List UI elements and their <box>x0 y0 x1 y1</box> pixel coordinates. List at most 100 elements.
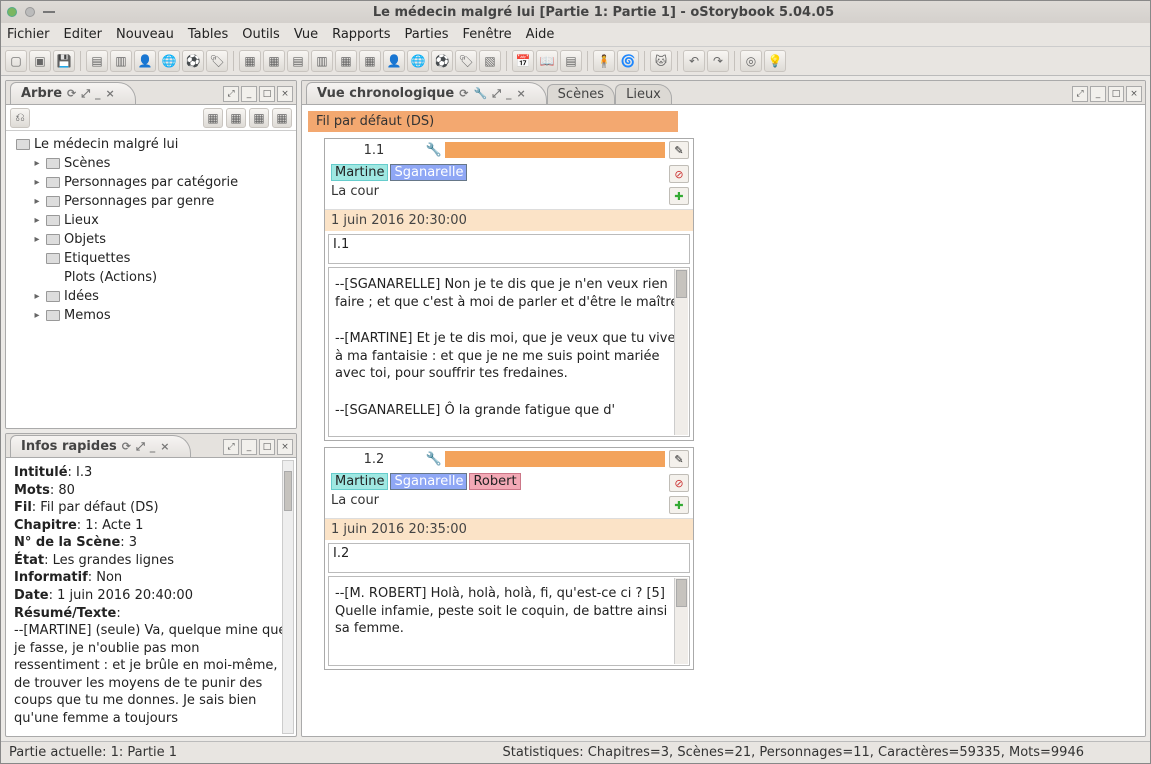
scrollbar-thumb[interactable] <box>284 471 292 511</box>
char-chip[interactable]: Sganarelle <box>390 164 467 181</box>
tab-scenes[interactable]: Scènes <box>547 84 615 104</box>
close-icon[interactable]: × <box>160 440 169 453</box>
menu-rapports[interactable]: Rapports <box>332 27 390 42</box>
tb-man-icon[interactable]: 🧍 <box>593 50 615 72</box>
tb-bulb-icon[interactable]: 💡 <box>764 50 786 72</box>
add-icon[interactable]: ✚ <box>669 496 689 514</box>
tb-grid-icon[interactable]: ▦ <box>239 50 261 72</box>
scrollbar-thumb[interactable] <box>676 270 687 298</box>
tree-item[interactable]: Etiquettes <box>64 251 130 266</box>
panel-close-icon[interactable]: × <box>277 86 293 102</box>
menu-tables[interactable]: Tables <box>188 27 228 42</box>
tree-item[interactable]: Plots (Actions) <box>64 270 157 285</box>
expand-icon[interactable]: ▸ <box>32 292 42 302</box>
tree-v1-icon[interactable]: ▦ <box>203 108 223 128</box>
scrollbar[interactable] <box>282 460 294 734</box>
menu-vue[interactable]: Vue <box>294 27 318 42</box>
scrollbar[interactable] <box>674 269 688 435</box>
panel-min-icon[interactable]: _ <box>241 86 257 102</box>
tb-cat-icon[interactable]: 🐱 <box>650 50 672 72</box>
tb-tag2-icon[interactable]: 🏷 <box>455 50 477 72</box>
char-chip[interactable]: Sganarelle <box>390 473 467 490</box>
panel-min-icon[interactable]: _ <box>1090 86 1106 102</box>
scrollbar[interactable] <box>674 578 688 664</box>
tree-v3-icon[interactable]: ▦ <box>249 108 269 128</box>
tb-person2-icon[interactable]: 👤 <box>383 50 405 72</box>
expand-icon[interactable]: ▸ <box>32 159 42 169</box>
close-icon[interactable]: × <box>106 87 115 100</box>
menu-nouveau[interactable]: Nouveau <box>116 27 174 42</box>
tb-new-icon[interactable]: ▢ <box>5 50 27 72</box>
chrono-body[interactable]: Fil par défaut (DS) 1.1 🔧 ✎ <box>302 105 1145 736</box>
tb-stack-icon[interactable]: ▤ <box>560 50 582 72</box>
tree-item[interactable]: Objets <box>64 232 106 247</box>
menu-aide[interactable]: Aide <box>526 27 555 42</box>
tree-tab[interactable]: Arbre ⟳ ⤢ _ × <box>10 82 136 104</box>
min-icon[interactable]: _ <box>150 440 156 453</box>
expand-icon[interactable]: ▸ <box>32 235 42 245</box>
tb-book-icon[interactable]: 📖 <box>536 50 558 72</box>
min-icon[interactable]: _ <box>95 87 101 100</box>
min-icon[interactable]: _ <box>506 87 512 100</box>
menu-fenetre[interactable]: Fenêtre <box>463 27 512 42</box>
char-chip[interactable]: Martine <box>331 164 388 181</box>
panel-max-icon[interactable]: □ <box>259 439 275 455</box>
scene-summary[interactable]: I.2 <box>328 543 690 573</box>
tb-ball2-icon[interactable]: ⚽ <box>431 50 453 72</box>
tb-extra-icon[interactable]: ▧ <box>479 50 501 72</box>
wrench-icon[interactable]: 🔧 <box>423 143 445 158</box>
window-close-icon[interactable] <box>7 7 17 17</box>
tree-v4-icon[interactable]: ▦ <box>272 108 292 128</box>
window-dash-icon[interactable] <box>43 11 55 13</box>
tb-a-icon[interactable]: ▥ <box>311 50 333 72</box>
tab-lieux[interactable]: Lieux <box>615 84 672 104</box>
close-icon[interactable]: × <box>516 87 525 100</box>
scene-text[interactable]: --[M. ROBERT] Holà, holà, holà, fi, qu'e… <box>328 576 690 666</box>
expand-icon[interactable]: ▸ <box>32 311 42 321</box>
delete-icon[interactable]: ⊘ <box>669 474 689 492</box>
tree-item[interactable]: Personnages par catégorie <box>64 175 238 190</box>
edit-icon[interactable]: ✎ <box>669 141 689 159</box>
pin-icon[interactable]: ⤢ <box>81 87 90 101</box>
tree-view[interactable]: Le médecin malgré lui ▸Scènes ▸Personnag… <box>6 131 296 428</box>
panel-min-icon[interactable]: _ <box>241 439 257 455</box>
tb-world2-icon[interactable]: 🌐 <box>407 50 429 72</box>
panel-pin-icon[interactable]: ⤢ <box>223 439 239 455</box>
tb-undo-icon[interactable]: ↶ <box>683 50 705 72</box>
char-chip[interactable]: Robert <box>469 473 520 490</box>
menu-editer[interactable]: Editer <box>64 27 103 42</box>
tree-v2-icon[interactable]: ▦ <box>226 108 246 128</box>
popout-icon[interactable]: ⤢ <box>492 87 501 101</box>
tb-grid2-icon[interactable]: ▦ <box>263 50 285 72</box>
wrench-icon[interactable]: 🔧 <box>473 87 487 100</box>
menu-fichier[interactable]: Fichier <box>7 27 50 42</box>
tb-person-icon[interactable]: 👤 <box>134 50 156 72</box>
tree-mode-icon[interactable]: ⎌ <box>10 108 30 128</box>
expand-icon[interactable]: ▸ <box>32 216 42 226</box>
tb-ball-icon[interactable]: ⚽ <box>182 50 204 72</box>
tb-c-icon[interactable]: ▦ <box>359 50 381 72</box>
scrollbar-thumb[interactable] <box>676 579 687 607</box>
tree-item[interactable]: Memos <box>64 308 111 323</box>
scene-summary[interactable]: I.1 <box>328 234 690 264</box>
scene-text[interactable]: --[SGANARELLE] Non je te dis que je n'en… <box>328 267 690 437</box>
tb-open-icon[interactable]: ▣ <box>29 50 51 72</box>
tb-tag-icon[interactable]: 🏷 <box>206 50 228 72</box>
chrono-tab[interactable]: Vue chronologique ⟳ 🔧 ⤢ _ × <box>306 82 547 104</box>
refresh-icon[interactable]: ⟳ <box>122 440 131 453</box>
tree-item[interactable]: Lieux <box>64 213 99 228</box>
delete-icon[interactable]: ⊘ <box>669 165 689 183</box>
info-tab[interactable]: Infos rapides ⟳ ⤢ _ × <box>10 435 191 457</box>
panel-max-icon[interactable]: □ <box>1108 86 1124 102</box>
tb-save-icon[interactable]: 💾 <box>53 50 75 72</box>
expand-icon[interactable]: ▸ <box>32 178 42 188</box>
edit-icon[interactable]: ✎ <box>669 450 689 468</box>
refresh-icon[interactable]: ⟳ <box>67 87 76 100</box>
panel-pin-icon[interactable]: ⤢ <box>1072 86 1088 102</box>
tb-world-icon[interactable]: 🌐 <box>158 50 180 72</box>
tb-doc2-icon[interactable]: ▥ <box>110 50 132 72</box>
tb-spiral-icon[interactable]: 🌀 <box>617 50 639 72</box>
menu-parties[interactable]: Parties <box>404 27 448 42</box>
expand-icon[interactable]: ▸ <box>32 197 42 207</box>
char-chip[interactable]: Martine <box>331 473 388 490</box>
